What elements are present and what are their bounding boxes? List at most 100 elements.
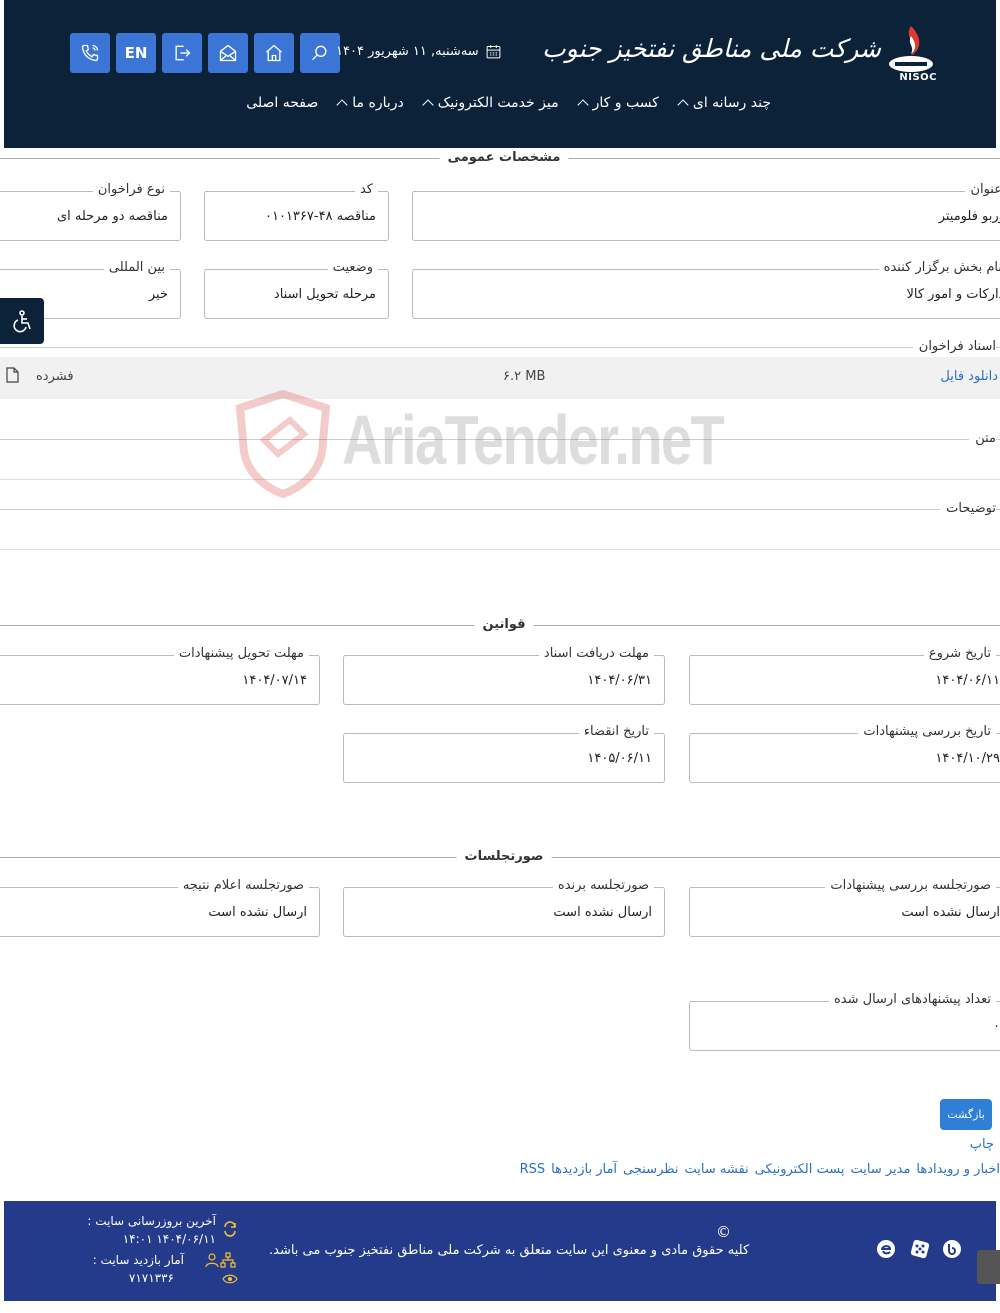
last-update-label: آخرین بروزرسانی سایت : xyxy=(87,1214,216,1228)
site-logo[interactable]: شرکت ملی مناطق نفتخیز جنوب NISOC xyxy=(542,22,941,86)
field-value: ارسال نشده است xyxy=(553,905,652,920)
field-value: تدارکات و امور کالا xyxy=(906,287,1000,302)
logout-icon xyxy=(175,45,191,61)
field-label: تاریخ انقضاء xyxy=(578,724,654,739)
field-label: صورتجلسه بررسی پیشنهادات xyxy=(825,878,996,893)
scroll-top-button[interactable] xyxy=(977,1250,1000,1284)
logout-button[interactable] xyxy=(162,33,202,73)
link-rss[interactable]: RSS xyxy=(520,1162,546,1177)
file-type: فشرده xyxy=(36,369,74,384)
result-minutes-field: صورتجلسه اعلام نتیجه ارسال نشده است xyxy=(0,878,320,937)
expiry-date-field: تاریخ انقضاء ۱۴۰۵/۰۶/۱۱ xyxy=(343,724,665,783)
winner-minutes-field: صورتجلسه برنده ارسال نشده است xyxy=(343,878,665,937)
chevron-up-icon xyxy=(576,99,589,111)
print-link[interactable]: چاپ xyxy=(970,1137,994,1152)
watermark-shield-icon xyxy=(235,390,331,498)
field-value: مناقصه دو مرحله ای xyxy=(56,209,168,224)
search-button[interactable] xyxy=(300,33,340,73)
file-size: ۶.۲ MB xyxy=(503,369,546,384)
subject-field: عنوان توربو فلومیتر xyxy=(412,182,1000,241)
print-label: چاپ xyxy=(969,1137,994,1152)
field-label: نوع فراخوان xyxy=(92,182,170,197)
calendar-icon xyxy=(486,45,501,59)
chevron-up-icon xyxy=(422,99,434,111)
home-icon xyxy=(266,44,282,62)
footer-links: اخبار و رویدادها مدیر سایت پست الکترونیک… xyxy=(520,1162,1000,1177)
accessibility-button[interactable] xyxy=(0,298,44,344)
field-value: ارسال نشده است xyxy=(901,905,1000,920)
nav-item-multimedia[interactable]: چند رسانه ای xyxy=(677,95,771,111)
file-icon xyxy=(6,367,19,383)
field-label: صورتجلسه برنده xyxy=(552,878,654,893)
field-border xyxy=(413,191,1000,192)
nav-item-home[interactable]: صفحه اصلی xyxy=(246,95,318,111)
copyright-text: کلیه حقوق مادی و معنوی این سایت متعلق به… xyxy=(269,1243,750,1258)
wheelchair-icon xyxy=(13,310,31,333)
nav-item-e-services[interactable]: میز خدمت الکترونیک xyxy=(422,95,559,111)
field-label: بین المللی xyxy=(103,260,170,275)
field-value: مرحله تحویل اسناد xyxy=(273,287,376,302)
eye-icon xyxy=(222,1274,238,1284)
field-value: ۱۴۰۵/۰۶/۱۱ xyxy=(587,751,652,766)
description-label: توضیحات xyxy=(940,501,996,516)
nav-item-business[interactable]: کسب و کار xyxy=(576,95,659,111)
field-label: مهلت تحویل پیشنهادات xyxy=(173,646,309,661)
link-email[interactable]: پست الکترونیکی xyxy=(755,1162,845,1177)
field-label: مهلت دریافت اسناد xyxy=(538,646,654,661)
text-label: متن xyxy=(969,431,996,446)
language-button[interactable]: EN xyxy=(116,33,156,73)
download-file-link[interactable]: دانلود فایل xyxy=(940,369,998,384)
copyright-symbol: © xyxy=(716,1223,731,1241)
date-text: سه‌شنبه, ۱۱ شهریور ۱۴۰۴ xyxy=(336,44,479,59)
field-label: تعداد پیشنهادهای ارسال شده xyxy=(828,992,996,1007)
nav-label: چند رسانه ای xyxy=(692,95,771,111)
organizer-field: نام بخش برگزار کننده تدارکات و امور کالا xyxy=(412,260,1000,319)
field-value: ۱۴۰۴/۱۰/۲۹ xyxy=(935,751,1000,766)
desc-divider xyxy=(0,509,1000,510)
refresh-icon xyxy=(224,1221,236,1237)
header-toolbar: EN xyxy=(70,33,340,73)
field-value: ۱۴۰۴/۰۶/۳۱ xyxy=(587,673,652,688)
eitaa-icon[interactable] xyxy=(876,1239,896,1259)
field-value: ارسال نشده است xyxy=(208,905,307,920)
review-minutes-field: صورتجلسه بررسی پیشنهادات ارسال نشده است xyxy=(689,878,1000,937)
field-label: وضعیت xyxy=(327,260,378,275)
chevron-up-icon xyxy=(677,99,689,111)
last-update-value: ۱۴۰۴/۰۶/۱۱ ۱۴:۰۱ xyxy=(122,1232,216,1246)
field-label: صورتجلسه اعلام نتیجه xyxy=(177,878,309,893)
field-value: توربو فلومیتر xyxy=(938,209,1000,224)
field-value: ۱۴۰۴/۰۷/۱۴ xyxy=(242,673,307,688)
rubika-icon[interactable] xyxy=(910,1239,930,1259)
call-type-field: نوع فراخوان مناقصه دو مرحله ای xyxy=(0,182,181,241)
link-sitemap[interactable]: نقشه سایت xyxy=(685,1162,749,1177)
logo-text: شرکت ملی مناطق نفتخیز جنوب xyxy=(542,34,881,63)
code-field: کد مناقصه ۴۸-۰۱۰۱۳۶۷ xyxy=(204,182,389,241)
minutes-section-title: صورتجلسات xyxy=(456,849,552,864)
link-news[interactable]: اخبار و رویدادها xyxy=(916,1162,1000,1177)
bale-icon[interactable] xyxy=(942,1239,962,1259)
watermark-text: AriaTender.neT xyxy=(342,401,725,479)
link-visit-stats[interactable]: آمار بازدیدها xyxy=(551,1162,617,1177)
logo-abbr: NISOC xyxy=(899,72,937,83)
phone-button[interactable] xyxy=(70,33,110,73)
nav-item-about[interactable]: درباره ما xyxy=(336,95,404,111)
link-site-admin[interactable]: مدیر سایت xyxy=(850,1162,910,1177)
mail-button[interactable] xyxy=(208,33,248,73)
mail-open-icon xyxy=(219,44,237,62)
general-section-title: مشخصات عمومی xyxy=(439,150,569,165)
field-value: ۱۴۰۴/۰۶/۱۱ xyxy=(935,673,1000,688)
chevron-up-icon xyxy=(336,99,348,111)
home-button[interactable] xyxy=(254,33,294,73)
field-label: عنوان xyxy=(965,182,1000,197)
watermark: AriaTender.neT xyxy=(234,390,725,500)
visits-value: ۷۱۷۱۳۳۶ xyxy=(128,1271,174,1285)
site-footer: © کلیه حقوق مادی و معنوی این سایت متعلق … xyxy=(0,1201,1000,1301)
user-icon xyxy=(205,1253,219,1268)
phone-icon xyxy=(81,44,99,62)
field-label: کد xyxy=(354,182,378,197)
field-label: نام بخش برگزار کننده xyxy=(878,260,1000,275)
link-survey[interactable]: نظرسنجی xyxy=(623,1162,679,1177)
main-nav: صفحه اصلی درباره ما میز خدمت الکترونیک ک… xyxy=(246,95,771,111)
site-header: شرکت ملی مناطق نفتخیز جنوب NISOC EN سه‌ش… xyxy=(0,0,1000,148)
back-button[interactable]: بازگشت xyxy=(940,1099,992,1130)
